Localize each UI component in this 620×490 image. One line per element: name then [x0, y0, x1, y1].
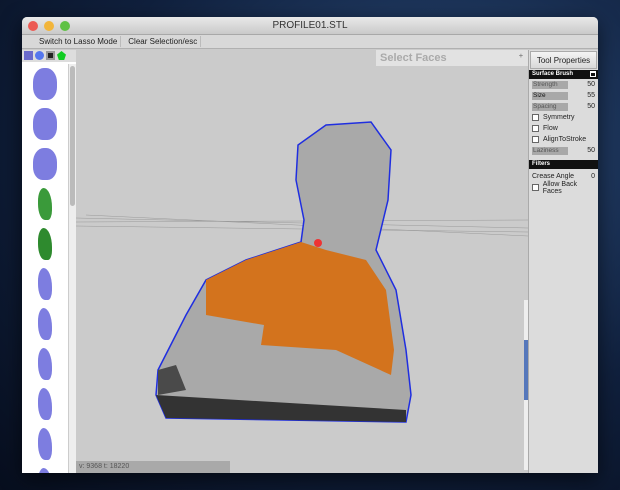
strength-slider[interactable]: Strength 50	[529, 79, 598, 90]
status-bar: v: 9368 t: 18220	[76, 461, 230, 473]
clear-selection-button[interactable]: Clear Selection/esc	[125, 36, 202, 47]
tab-materials-icon[interactable]	[46, 51, 55, 60]
model-thumbnail[interactable]	[22, 304, 68, 344]
lasso-mode-button[interactable]: Switch to Lasso Mode	[36, 36, 122, 47]
model-thumbnail[interactable]	[22, 424, 68, 464]
model-thumbnail[interactable]	[22, 184, 68, 224]
model-thumbnail[interactable]	[22, 104, 68, 144]
library-scrollbar[interactable]	[68, 64, 76, 473]
surface-brush-header: Surface Brush	[529, 70, 598, 79]
model-thumbnail[interactable]	[22, 464, 68, 473]
model-thumbnail[interactable]	[22, 144, 68, 184]
model-thumbnail[interactable]	[22, 344, 68, 384]
aligntostroke-checkbox[interactable]: AlignToStroke	[529, 134, 598, 145]
flow-checkbox[interactable]: Flow	[529, 123, 598, 134]
title-bar: PROFILE01.STL	[22, 17, 598, 35]
window-icon[interactable]	[590, 71, 596, 77]
spacing-slider[interactable]: Spacing 50	[529, 101, 598, 112]
allow-back-faces-checkbox[interactable]: Allow Back Faces	[529, 181, 598, 195]
brush-cursor	[314, 239, 322, 247]
tool-properties-panel: Tool Properties Surface Brush Strength 50…	[528, 50, 598, 473]
symmetry-checkbox[interactable]: Symmetry	[529, 112, 598, 123]
window-title: PROFILE01.STL	[272, 20, 348, 31]
tab-spheres-icon[interactable]	[35, 51, 44, 60]
model-library	[22, 50, 76, 473]
model-thumbnail[interactable]	[22, 384, 68, 424]
mesh-render	[76, 121, 528, 423]
laziness-slider[interactable]: Laziness 50	[529, 145, 598, 156]
model-thumbnail[interactable]	[22, 264, 68, 304]
tool-mode-select[interactable]: Select Faces +	[376, 50, 528, 66]
size-slider[interactable]: Size 55	[529, 90, 598, 101]
tool-properties-button[interactable]: Tool Properties	[530, 51, 597, 69]
model-thumbnail[interactable]	[22, 224, 68, 264]
tab-models-icon[interactable]	[24, 51, 33, 60]
tab-shapes-icon[interactable]	[57, 51, 66, 60]
3d-viewport[interactable]: Select Faces + v: 9368 t: 18220	[76, 50, 528, 473]
filters-header: Filters	[529, 160, 598, 169]
model-thumbnail[interactable]	[22, 64, 68, 104]
toolbar: Switch to Lasso Mode Clear Selection/esc	[22, 35, 598, 49]
app-window: PROFILE01.STL Switch to Lasso Mode Clear…	[22, 17, 598, 473]
